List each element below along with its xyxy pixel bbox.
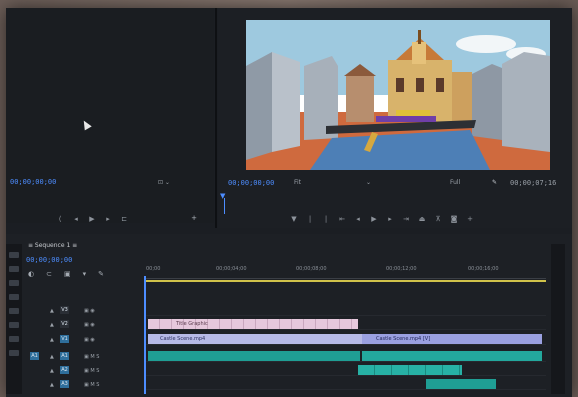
- add-button-icon[interactable]: +: [190, 214, 198, 222]
- track-v2-toggle[interactable]: ▣ ◉: [84, 322, 95, 328]
- source-transport-controls: ⟨ ◂ ▶ ▸ ⊏: [56, 214, 128, 224]
- step-back-icon[interactable]: ◂: [354, 215, 362, 223]
- timeline-marker-icon[interactable]: ▾: [83, 270, 87, 278]
- razor-tool-icon[interactable]: [9, 294, 19, 300]
- program-timecode[interactable]: 00;00;00;00: [228, 179, 274, 187]
- mark-in-icon[interactable]: |: [306, 215, 314, 223]
- track-a3-target[interactable]: A3: [60, 380, 69, 388]
- timeline-clip[interactable]: Title Graphic: [148, 319, 358, 329]
- track-a2-target[interactable]: A2: [60, 366, 69, 374]
- track-lane-a2[interactable]: [146, 364, 546, 376]
- panel-divider: [215, 8, 217, 228]
- linked-selection-icon[interactable]: ⊂: [46, 270, 52, 278]
- slip-tool-icon[interactable]: [9, 308, 19, 314]
- step-forward-icon[interactable]: ▸: [386, 215, 394, 223]
- program-playhead-line: [224, 198, 225, 214]
- sequence-tab[interactable]: ≡ Sequence 1 ≡: [28, 242, 77, 249]
- track-lock-icon[interactable]: ▲: [50, 368, 54, 374]
- track-select-tool-icon[interactable]: [9, 266, 19, 272]
- audio-clip[interactable]: [426, 379, 496, 389]
- ruler-label: 00;00;12;00: [386, 266, 417, 272]
- wrench-icon[interactable]: ✎: [492, 179, 497, 186]
- timeline-wrench-icon[interactable]: ✎: [98, 270, 104, 278]
- clip-label: Castle Scene.mp4: [160, 336, 206, 342]
- pen-tool-icon[interactable]: [9, 322, 19, 328]
- editor-window: 00;00;00;00 ⊡ ⌄ ⟨ ◂ ▶ ▸ ⊏ + 00;00;00;00 …: [6, 8, 572, 397]
- export-frame-icon[interactable]: ◙: [450, 215, 458, 223]
- track-a3-controls[interactable]: ▣ M S: [84, 382, 99, 388]
- extract-icon[interactable]: ⊼: [434, 215, 442, 223]
- play-icon[interactable]: ▶: [88, 215, 96, 223]
- ruler-label: 00;00;04;00: [216, 266, 247, 272]
- work-area-bar[interactable]: [146, 280, 546, 282]
- track-v1-target[interactable]: V1: [60, 335, 69, 343]
- program-transport-controls: ▼ | | ⇤ ◂ ▶ ▸ ⇥ ⏏ ⊼ ◙ +: [290, 214, 474, 224]
- source-monitor[interactable]: 00;00;00;00 ⊡ ⌄ ⟨ ◂ ▶ ▸ ⊏ +: [6, 8, 214, 223]
- timeline-clip[interactable]: Castle Scene.mp4: [148, 334, 364, 344]
- hand-tool-icon[interactable]: [9, 336, 19, 342]
- audio-clip[interactable]: [362, 351, 542, 361]
- program-quality-select[interactable]: Full: [450, 179, 460, 186]
- audio-clip[interactable]: [358, 365, 462, 375]
- marker-icon[interactable]: ▼: [290, 215, 298, 223]
- track-lock-icon[interactable]: ▲: [50, 337, 54, 343]
- ruler-label: 00;00;08;00: [296, 266, 327, 272]
- clip-label: Castle Scene.mp4 [V]: [376, 336, 431, 342]
- track-v3-toggle[interactable]: ▣ ◉: [84, 308, 95, 314]
- source-a1-patch[interactable]: A1: [30, 352, 39, 360]
- timeline-clip[interactable]: Castle Scene.mp4 [V]: [362, 334, 542, 344]
- castle-scene-image: [246, 20, 550, 170]
- type-tool-icon[interactable]: [9, 350, 19, 356]
- timeline-toolbar: ◐ ⊂ ▣ ▾ ✎: [28, 270, 104, 278]
- track-lock-icon[interactable]: ▲: [50, 354, 54, 360]
- program-fit-select[interactable]: Fit: [294, 179, 301, 186]
- track-v2-target[interactable]: V2: [60, 320, 69, 328]
- play-icon[interactable]: ▶: [370, 215, 378, 223]
- timeline-vertical-scrollbar[interactable]: [551, 244, 565, 394]
- source-timecode[interactable]: 00;00;00;00: [10, 178, 56, 186]
- audio-clip[interactable]: [148, 351, 360, 361]
- ripple-edit-tool-icon[interactable]: [9, 280, 19, 286]
- ruler-label: 00;00: [146, 266, 161, 272]
- program-end-timecode: 00;00;07;16: [510, 179, 557, 187]
- go-to-in-icon[interactable]: ⇤: [338, 215, 346, 223]
- track-v1-toggle[interactable]: ▣ ◉: [84, 337, 95, 343]
- settings-icon[interactable]: +: [466, 215, 474, 223]
- track-v3-target[interactable]: V3: [60, 306, 69, 314]
- snap-icon[interactable]: ◐: [28, 270, 34, 278]
- lift-icon[interactable]: ⏏: [418, 215, 426, 223]
- track-a2-controls[interactable]: ▣ M S: [84, 368, 99, 374]
- program-video-preview: [246, 20, 550, 170]
- add-marker-icon[interactable]: ▣: [64, 270, 71, 278]
- step-forward-icon[interactable]: ▸: [104, 215, 112, 223]
- track-a1-controls[interactable]: ▣ M S: [84, 354, 99, 360]
- source-zoom-select[interactable]: ⊡ ⌄: [158, 179, 170, 186]
- clip-label: Title Graphic: [176, 321, 208, 327]
- track-lock-icon[interactable]: ▲: [50, 382, 54, 388]
- time-ruler[interactable]: 00;00 00;00;04;00 00;00;08;00 00;00;12;0…: [146, 264, 546, 279]
- track-a1-target[interactable]: A1: [60, 352, 69, 360]
- insert-icon[interactable]: ⊏: [120, 215, 128, 223]
- track-lock-icon[interactable]: ▲: [50, 322, 54, 328]
- ruler-label: 00;00;16;00: [468, 266, 499, 272]
- timeline-timecode[interactable]: 00;00;00;00: [26, 256, 72, 264]
- program-dropdown-chevron-icon[interactable]: ⌄: [366, 179, 371, 186]
- tools-panel: [6, 244, 22, 394]
- mark-out-icon[interactable]: |: [322, 215, 330, 223]
- mark-in-icon[interactable]: ⟨: [56, 215, 64, 223]
- track-lane-v3[interactable]: [146, 304, 546, 316]
- selection-tool-icon[interactable]: [9, 252, 19, 258]
- step-back-icon[interactable]: ◂: [72, 215, 80, 223]
- go-to-out-icon[interactable]: ⇥: [402, 215, 410, 223]
- track-lock-icon[interactable]: ▲: [50, 308, 54, 314]
- mouse-cursor-icon: [80, 118, 92, 131]
